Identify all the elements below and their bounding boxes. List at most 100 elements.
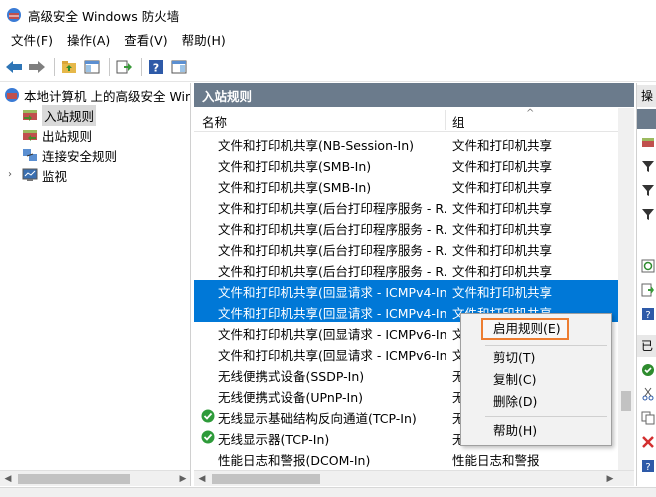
back-button[interactable]: [4, 57, 24, 77]
menu-action[interactable]: 操作(A): [60, 30, 117, 52]
table-row[interactable]: 文件和打印机共享(后台打印程序服务 - R... 文件和打印机共享: [194, 259, 619, 280]
rule-group: 文件和打印机共享: [452, 222, 553, 237]
scroll-left-icon[interactable]: ◀: [194, 471, 210, 487]
rule-name: 性能日志和警报(DCOM-In): [218, 453, 371, 468]
enabled-check-icon: [201, 430, 215, 444]
tree-item-inbound-rules[interactable]: 入站规则: [22, 104, 97, 126]
export-list-icon: [116, 60, 132, 73]
scroll-left-icon[interactable]: ◀: [0, 471, 16, 486]
refresh-icon[interactable]: [641, 259, 655, 273]
up-button[interactable]: [59, 57, 79, 77]
tree-item-connection-security-rules[interactable]: 连接安全规则: [22, 145, 117, 165]
rule-name: 文件和打印机共享(SMB-In): [218, 159, 372, 174]
column-name[interactable]: 名称: [202, 112, 227, 131]
rule-group: 文件和打印机共享: [452, 180, 553, 195]
menu-help[interactable]: 帮助(H): [465, 420, 609, 442]
delete-icon[interactable]: [641, 435, 655, 449]
help-icon[interactable]: ?: [641, 459, 655, 473]
scroll-right-icon[interactable]: ▶: [175, 471, 190, 486]
rules-vertical-scrollbar[interactable]: [618, 108, 634, 470]
help-button[interactable]: ?: [146, 57, 166, 77]
show-hide-tree-button[interactable]: [82, 57, 102, 77]
properties-button[interactable]: [169, 57, 189, 77]
title-bar: 高级安全 Windows 防火墙: [0, 0, 656, 30]
context-menu: 启用规则(E) 剪切(T) 复制(C) 删除(D) 帮助(H): [460, 313, 612, 446]
svg-text:?: ?: [645, 310, 650, 321]
rule-group: 性能日志和警报: [452, 453, 540, 468]
tree-item-label: 连接安全规则: [42, 148, 118, 164]
rule-group: 文件和打印机共享: [452, 201, 553, 216]
expand-arrow-icon[interactable]: ›: [8, 169, 12, 180]
enable-rule-icon[interactable]: [641, 363, 655, 377]
tree-horizontal-scrollbar[interactable]: ◀ ▶: [0, 470, 190, 486]
rule-name: 无线显示基础结构反向通道(TCP-In): [218, 411, 417, 426]
rule-name: 无线便携式设备(UPnP-In): [218, 390, 364, 405]
table-row[interactable]: 文件和打印机共享(后台打印程序服务 - R... 文件和打印机共享: [194, 217, 619, 238]
properties-icon: [171, 60, 187, 73]
window-title: 高级安全 Windows 防火墙: [28, 8, 180, 24]
tree-root-label: 本地计算机 上的高级安全 Windows 防火墙: [24, 88, 191, 104]
status-bar: [0, 487, 656, 497]
menu-cut[interactable]: 剪切(T): [465, 347, 609, 369]
scrollbar-thumb[interactable]: [18, 474, 130, 484]
menu-help[interactable]: 帮助(H): [175, 30, 233, 52]
filter-icon[interactable]: [641, 207, 655, 221]
scroll-right-icon[interactable]: ▶: [602, 471, 618, 487]
toolbar-separator: [109, 57, 110, 76]
up-folder-icon: [62, 60, 76, 73]
selected-items-header[interactable]: 已: [637, 335, 656, 357]
table-row[interactable]: 文件和打印机共享(后台打印程序服务 - R... 文件和打印机共享: [194, 238, 619, 259]
rule-group: 文件和打印机共享: [452, 138, 553, 153]
rule-name: 无线便携式设备(SSDP-In): [218, 369, 365, 384]
tree-item-label: 出站规则: [42, 128, 93, 144]
tree-item-label: 监视: [42, 168, 68, 184]
actions-section-header[interactable]: [637, 109, 656, 129]
menu-view[interactable]: 查看(V): [117, 30, 174, 52]
filter-icon[interactable]: [641, 159, 655, 173]
help-icon[interactable]: ?: [641, 307, 655, 321]
scrollbar-thumb[interactable]: [212, 474, 320, 484]
forward-button[interactable]: [27, 57, 47, 77]
menu-bar: 文件(F) 操作(A) 查看(V) 帮助(H): [0, 30, 656, 52]
scrollbar-thumb[interactable]: [621, 391, 631, 411]
sort-up-icon: ^: [526, 108, 535, 119]
menu-delete[interactable]: 删除(D): [465, 391, 609, 413]
menu-copy[interactable]: 复制(C): [465, 369, 609, 391]
table-row[interactable]: 性能日志和警报(DCOM-In) 性能日志和警报: [194, 448, 619, 469]
column-separator[interactable]: [445, 110, 446, 130]
navigation-tree: 本地计算机 上的高级安全 Windows 防火墙 入站规则 出站规则 连接安全规…: [0, 83, 191, 486]
column-group[interactable]: 组: [452, 112, 465, 131]
copy-icon[interactable]: [641, 411, 655, 425]
tree-item-monitoring[interactable]: 监视: [22, 165, 67, 185]
toolbar-separator: [54, 57, 55, 76]
inbound-rules-icon: [23, 110, 37, 121]
export-list-button[interactable]: [114, 57, 134, 77]
help-icon: ?: [149, 59, 163, 74]
new-rule-icon[interactable]: [641, 135, 655, 149]
rule-group: 文件和打印机共享: [452, 159, 553, 174]
firewall-icon: [7, 8, 21, 22]
menu-file[interactable]: 文件(F): [4, 30, 60, 52]
rule-name: 文件和打印机共享(后台打印程序服务 - R...: [218, 264, 446, 279]
toolbar: ?: [0, 52, 656, 82]
menu-enable-rule[interactable]: 启用规则(E): [481, 318, 569, 340]
table-row[interactable]: 文件和打印机共享(SMB-In) 文件和打印机共享: [194, 154, 619, 175]
tree-root[interactable]: 本地计算机 上的高级安全 Windows 防火墙: [4, 85, 191, 105]
cut-icon[interactable]: [641, 387, 655, 401]
table-row[interactable]: 文件和打印机共享(NB-Session-In) 文件和打印机共享: [194, 133, 619, 154]
export-list-icon[interactable]: [641, 283, 655, 297]
column-header: 名称 组 ^: [194, 108, 619, 132]
enabled-check-icon: [201, 409, 215, 423]
svg-text:?: ?: [645, 462, 650, 473]
tree-item-outbound-rules[interactable]: 出站规则: [22, 125, 92, 145]
firewall-icon: [5, 88, 19, 102]
actions-header[interactable]: 操: [637, 85, 656, 107]
table-row[interactable]: 文件和打印机共享(后台打印程序服务 - R... 文件和打印机共享: [194, 196, 619, 217]
filter-icon[interactable]: [641, 183, 655, 197]
table-row[interactable]: 文件和打印机共享(回显请求 - ICMPv4-In) 文件和打印机共享: [194, 280, 619, 301]
rule-name: 文件和打印机共享(回显请求 - ICMPv4-In): [218, 306, 446, 321]
rule-name: 文件和打印机共享(NB-Session-In): [218, 138, 415, 153]
rules-horizontal-scrollbar[interactable]: ◀ ▶: [194, 470, 634, 486]
rule-name: 无线显示器(TCP-In): [218, 432, 330, 447]
table-row[interactable]: 文件和打印机共享(SMB-In) 文件和打印机共享: [194, 175, 619, 196]
